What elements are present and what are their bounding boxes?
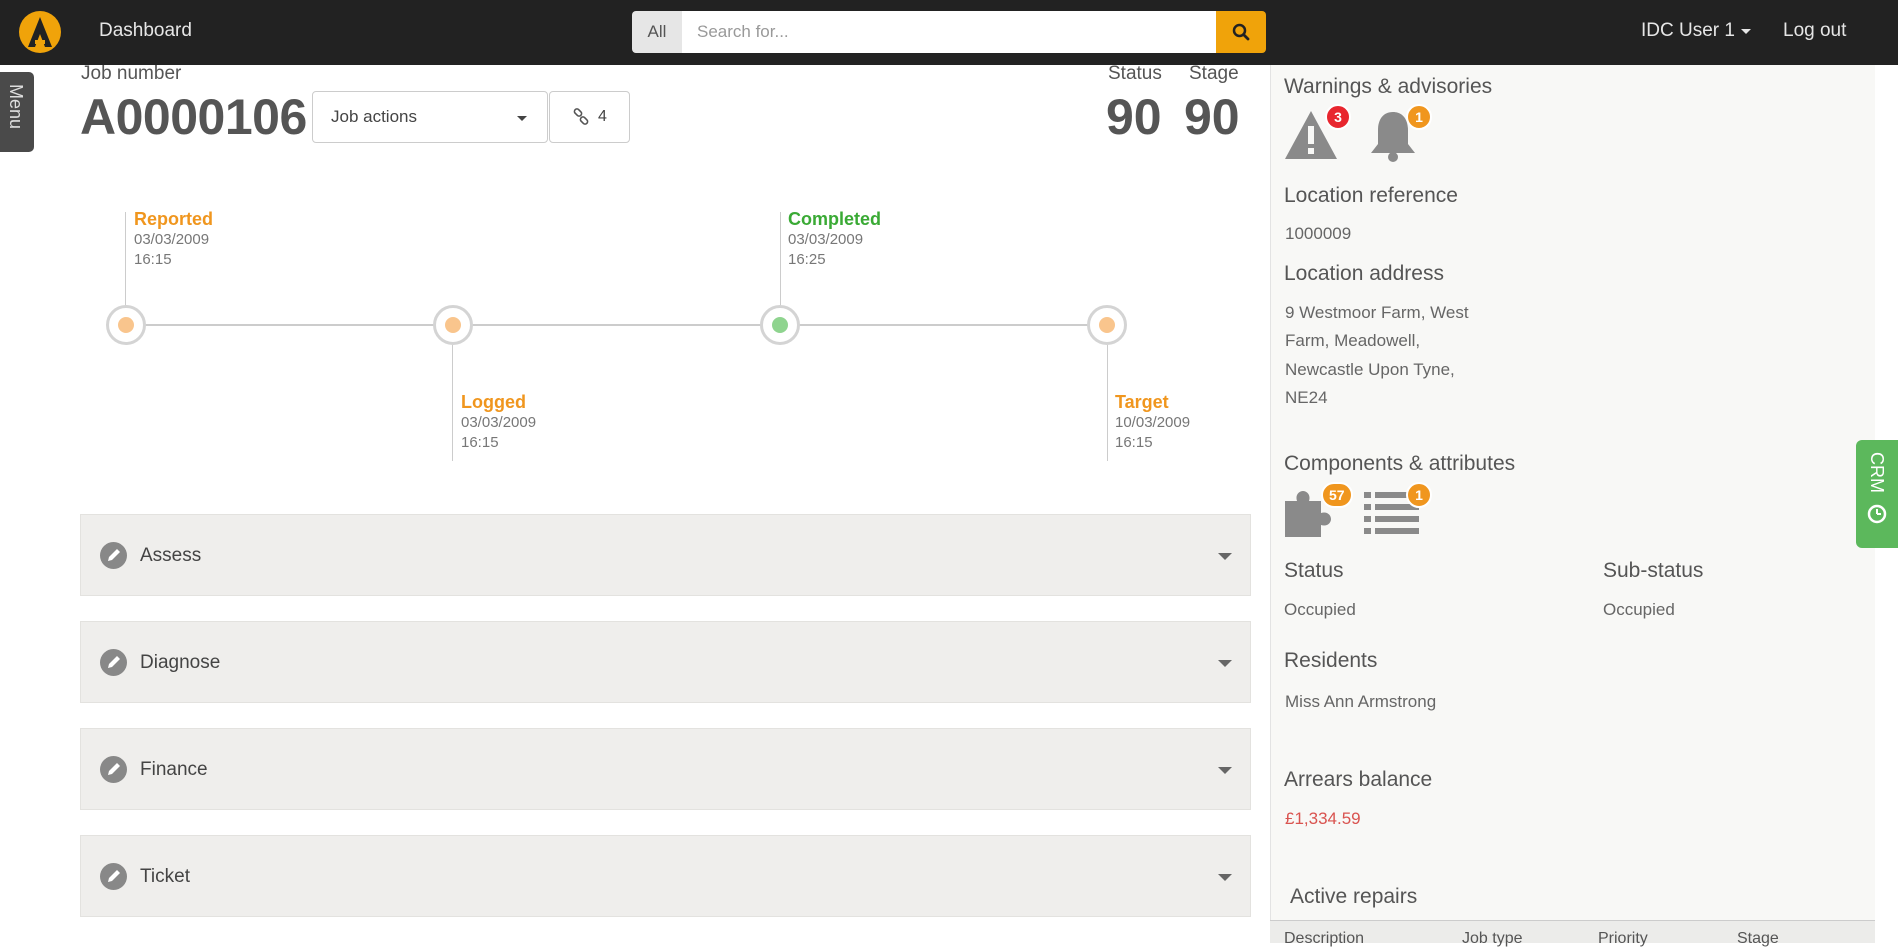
link-icon bbox=[573, 108, 589, 125]
job-number-label: Job number bbox=[81, 63, 182, 84]
arrears-heading: Arrears balance bbox=[1284, 768, 1433, 791]
pencil-icon bbox=[100, 649, 127, 676]
section-ticket[interactable]: Ticket bbox=[80, 835, 1251, 917]
status-value: Occupied bbox=[1284, 600, 1356, 619]
chevron-down-icon bbox=[1740, 28, 1751, 34]
pencil-icon bbox=[100, 863, 127, 890]
column-header-description[interactable]: Description bbox=[1284, 930, 1364, 948]
section-ticket-title: Ticket bbox=[140, 866, 190, 887]
caret-down-icon bbox=[1218, 874, 1232, 881]
linked-jobs-count: 4 bbox=[598, 108, 607, 125]
side-menu-toggle[interactable]: Menu bbox=[0, 72, 34, 152]
search-bar: All bbox=[632, 11, 1266, 53]
timeline-target-time: 16:15 bbox=[1115, 434, 1153, 451]
section-assess-title: Assess bbox=[140, 545, 202, 566]
clock-icon bbox=[1867, 504, 1887, 524]
top-navbar: Dashboard All IDC User 1 Log out bbox=[0, 0, 1898, 65]
location-reference-heading: Location reference bbox=[1284, 184, 1458, 207]
components-heading: Components & attributes bbox=[1284, 452, 1516, 475]
pencil-icon bbox=[100, 756, 127, 783]
crm-label: CRM bbox=[1867, 452, 1887, 493]
residents-value: Miss Ann Armstrong bbox=[1285, 692, 1437, 711]
side-menu-label: Menu bbox=[6, 84, 26, 130]
active-repairs-heading: Active repairs bbox=[1290, 885, 1418, 908]
timeline-completed-time: 16:25 bbox=[788, 251, 826, 268]
timeline-stem bbox=[1107, 345, 1108, 461]
location-address-line: Newcastle Upon Tyne, bbox=[1285, 360, 1455, 379]
timeline-track bbox=[126, 324, 1106, 326]
timeline-stem bbox=[780, 212, 781, 306]
residents-heading: Residents bbox=[1284, 649, 1378, 672]
timeline-node-logged bbox=[433, 305, 473, 345]
column-header-priority[interactable]: Priority bbox=[1598, 930, 1648, 948]
section-diagnose-title: Diagnose bbox=[140, 652, 221, 673]
location-reference-value: 1000009 bbox=[1285, 224, 1352, 243]
location-address-heading: Location address bbox=[1284, 262, 1444, 285]
status-value: 90 bbox=[1106, 89, 1162, 145]
stage-label: Stage bbox=[1189, 63, 1239, 84]
section-finance-title: Finance bbox=[140, 759, 208, 780]
caret-down-icon bbox=[1218, 767, 1232, 774]
section-assess[interactable]: Assess bbox=[80, 514, 1251, 596]
search-button[interactable] bbox=[1216, 11, 1266, 53]
user-menu[interactable]: IDC User 1 bbox=[1641, 20, 1751, 42]
timeline-logged-date: 03/03/2009 bbox=[461, 414, 537, 431]
timeline-stem bbox=[125, 212, 126, 306]
components-count-badge: 57 bbox=[1321, 482, 1353, 508]
job-actions-dropdown[interactable]: Job actions bbox=[312, 91, 548, 143]
timeline-reported-time: 16:15 bbox=[134, 251, 172, 268]
app-logo[interactable] bbox=[18, 10, 62, 54]
column-header-stage[interactable]: Stage bbox=[1737, 930, 1779, 948]
crm-panel-toggle[interactable]: CRM bbox=[1856, 440, 1898, 548]
advisories-count-badge: 1 bbox=[1406, 104, 1432, 130]
linked-jobs-button[interactable]: 4 bbox=[549, 91, 630, 143]
stage-value: 90 bbox=[1184, 89, 1240, 145]
section-diagnose[interactable]: Diagnose bbox=[80, 621, 1251, 703]
timeline-logged-title: Logged bbox=[461, 392, 526, 412]
status-heading: Status bbox=[1284, 559, 1344, 582]
timeline-node-completed bbox=[760, 305, 800, 345]
search-scope-dropdown[interactable]: All bbox=[632, 11, 682, 53]
status-label: Status bbox=[1108, 63, 1162, 84]
location-address-line: Farm, Meadowell, bbox=[1285, 331, 1421, 350]
job-actions-label: Job actions bbox=[331, 107, 417, 126]
column-header-job-type[interactable]: Job type bbox=[1462, 930, 1522, 948]
timeline-completed-title: Completed bbox=[788, 209, 882, 229]
timeline-node-target bbox=[1087, 305, 1127, 345]
nav-dashboard-link[interactable]: Dashboard bbox=[99, 20, 192, 42]
pencil-icon bbox=[100, 542, 127, 569]
warnings-count-badge: 3 bbox=[1325, 104, 1351, 130]
search-icon bbox=[1232, 23, 1250, 41]
substatus-heading: Sub-status bbox=[1603, 559, 1704, 582]
timeline-node-reported bbox=[106, 305, 146, 345]
timeline-reported-date: 03/03/2009 bbox=[134, 231, 210, 248]
location-address-line: 9 Westmoor Farm, West bbox=[1285, 303, 1469, 322]
job-number: A0000106 bbox=[80, 89, 307, 145]
timeline-target-date: 10/03/2009 bbox=[1115, 414, 1191, 431]
caret-down-icon bbox=[1218, 553, 1232, 560]
timeline-stem bbox=[452, 345, 453, 461]
caret-down-icon bbox=[1218, 660, 1232, 667]
user-name: IDC User 1 bbox=[1641, 20, 1735, 41]
substatus-value: Occupied bbox=[1603, 600, 1675, 619]
timeline-completed-date: 03/03/2009 bbox=[788, 231, 864, 248]
arrears-value: £1,334.59 bbox=[1285, 809, 1361, 828]
attributes-count-badge: 1 bbox=[1406, 482, 1432, 508]
timeline-target-title: Target bbox=[1115, 392, 1169, 412]
caret-down-icon bbox=[517, 116, 527, 121]
timeline-reported-title: Reported bbox=[134, 209, 214, 229]
logout-link[interactable]: Log out bbox=[1783, 20, 1846, 42]
search-input[interactable] bbox=[682, 11, 1216, 53]
section-finance[interactable]: Finance bbox=[80, 728, 1251, 810]
warnings-heading: Warnings & advisories bbox=[1284, 75, 1493, 98]
location-address-line: NE24 bbox=[1285, 388, 1328, 407]
timeline-logged-time: 16:15 bbox=[461, 434, 499, 451]
